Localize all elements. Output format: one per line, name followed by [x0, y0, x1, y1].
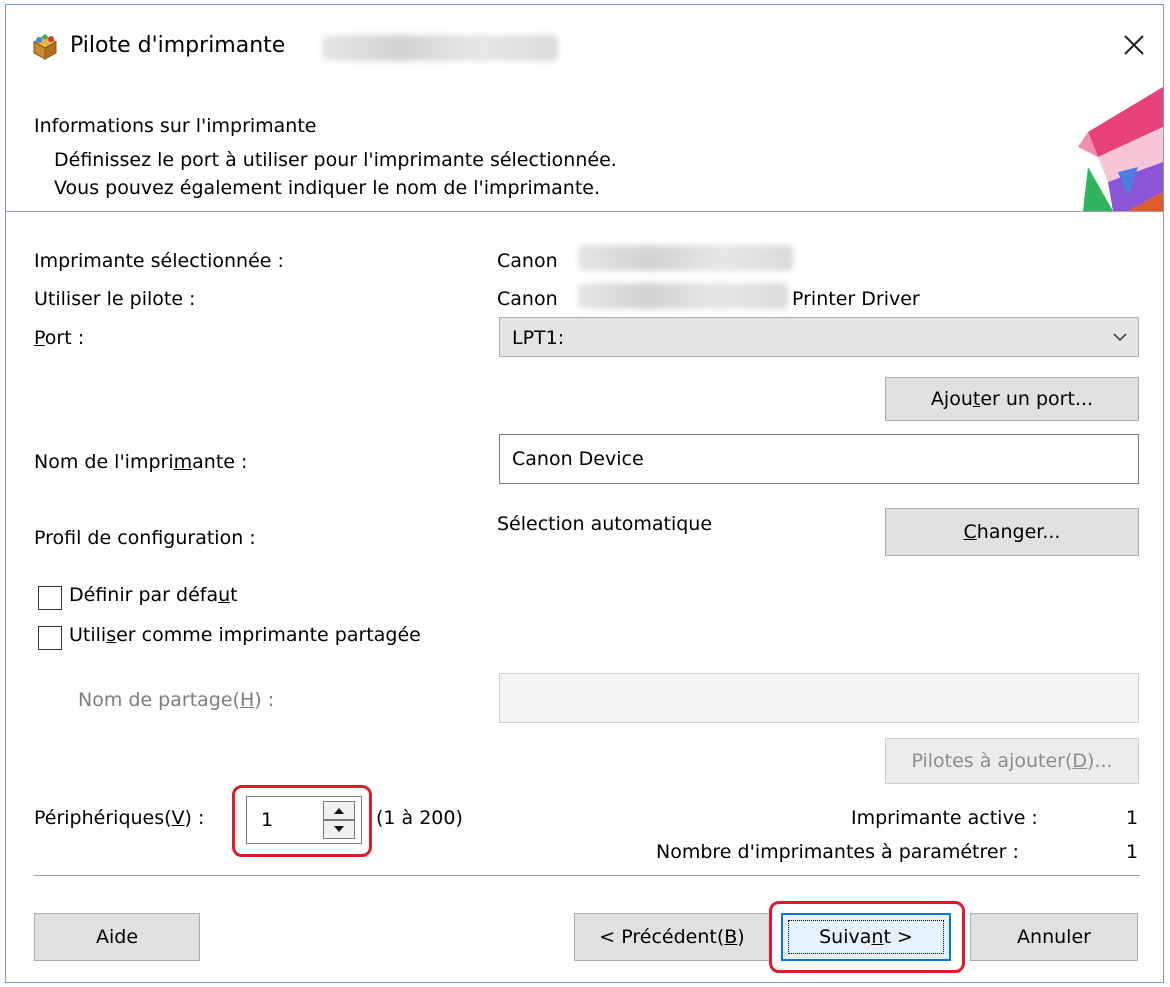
printer-driver-dialog: Pilote d'imprimante Informations sur l'i…: [5, 4, 1164, 983]
help-button[interactable]: Aide: [34, 913, 200, 961]
port-selected-value: LPT1:: [512, 327, 565, 349]
chevron-down-icon: [1113, 333, 1127, 342]
driver-value-prefix: Canon: [497, 288, 558, 310]
window-title: Pilote d'imprimante: [70, 33, 286, 58]
cancel-button[interactable]: Annuler: [970, 913, 1138, 961]
devices-highlight: [232, 785, 372, 857]
redacted-driver-model: [578, 283, 788, 309]
header-description-line-2: Vous pouvez également indiquer le nom de…: [54, 177, 601, 199]
driver-label: Utiliser le pilote :: [34, 288, 196, 310]
title-bar: Pilote d'imprimante: [6, 5, 1163, 87]
config-profile-label: Profil de configuration :: [34, 527, 256, 549]
printer-name-label: Nom de l'imprimante :: [34, 451, 248, 473]
port-label: Port :: [34, 327, 85, 349]
shared-printer-label: Utiliser comme imprimante partagée: [69, 624, 421, 646]
config-profile-value: Sélection automatique: [497, 513, 713, 535]
share-name-label: Nom de partage(H) :: [78, 689, 275, 711]
active-printer-value: 1: [1126, 807, 1139, 829]
header-title: Informations sur l'imprimante: [34, 115, 317, 137]
printer-count-label: Nombre d'imprimantes à paramétrer :: [656, 841, 1019, 863]
change-button[interactable]: Changer...: [885, 508, 1139, 556]
add-port-button[interactable]: Ajou t er un port...: [885, 377, 1139, 421]
redacted-printer-model: [578, 245, 793, 271]
port-dropdown[interactable]: LPT1:: [499, 317, 1139, 357]
next-highlight: [769, 901, 965, 973]
printer-name-value: Canon Device: [512, 448, 644, 470]
set-default-label: Définir par défaut: [69, 584, 238, 606]
share-name-input[interactable]: [499, 673, 1139, 723]
drivers-to-add-button[interactable]: Pilotes à ajouter(D)...: [885, 738, 1139, 784]
driver-value-suffix: Printer Driver: [792, 288, 920, 310]
shared-printer-checkbox[interactable]: [38, 626, 62, 650]
active-printer-label: Imprimante active :: [851, 807, 1038, 829]
header-description-line-1: Définissez le port à utiliser pour l'imp…: [54, 149, 617, 171]
selected-printer-value: Canon: [497, 250, 558, 272]
wizard-header: Informations sur l'imprimante Définissez…: [6, 87, 1163, 212]
devices-range: (1 à 200): [376, 807, 463, 829]
decorative-ribbon-graphic: [1078, 87, 1163, 211]
selected-printer-label: Imprimante sélectionnée :: [34, 250, 284, 272]
redacted-model-name: [322, 35, 558, 61]
back-button[interactable]: < Précédent(B): [574, 913, 770, 961]
installer-box-icon: [32, 34, 58, 60]
printer-count-value: 1: [1126, 841, 1139, 863]
devices-label: Périphériques(V) :: [34, 807, 205, 829]
close-icon[interactable]: [1116, 27, 1152, 63]
printer-name-input[interactable]: Canon Device: [499, 434, 1139, 484]
footer-separator: [34, 875, 1140, 876]
set-default-checkbox[interactable]: [38, 586, 62, 610]
